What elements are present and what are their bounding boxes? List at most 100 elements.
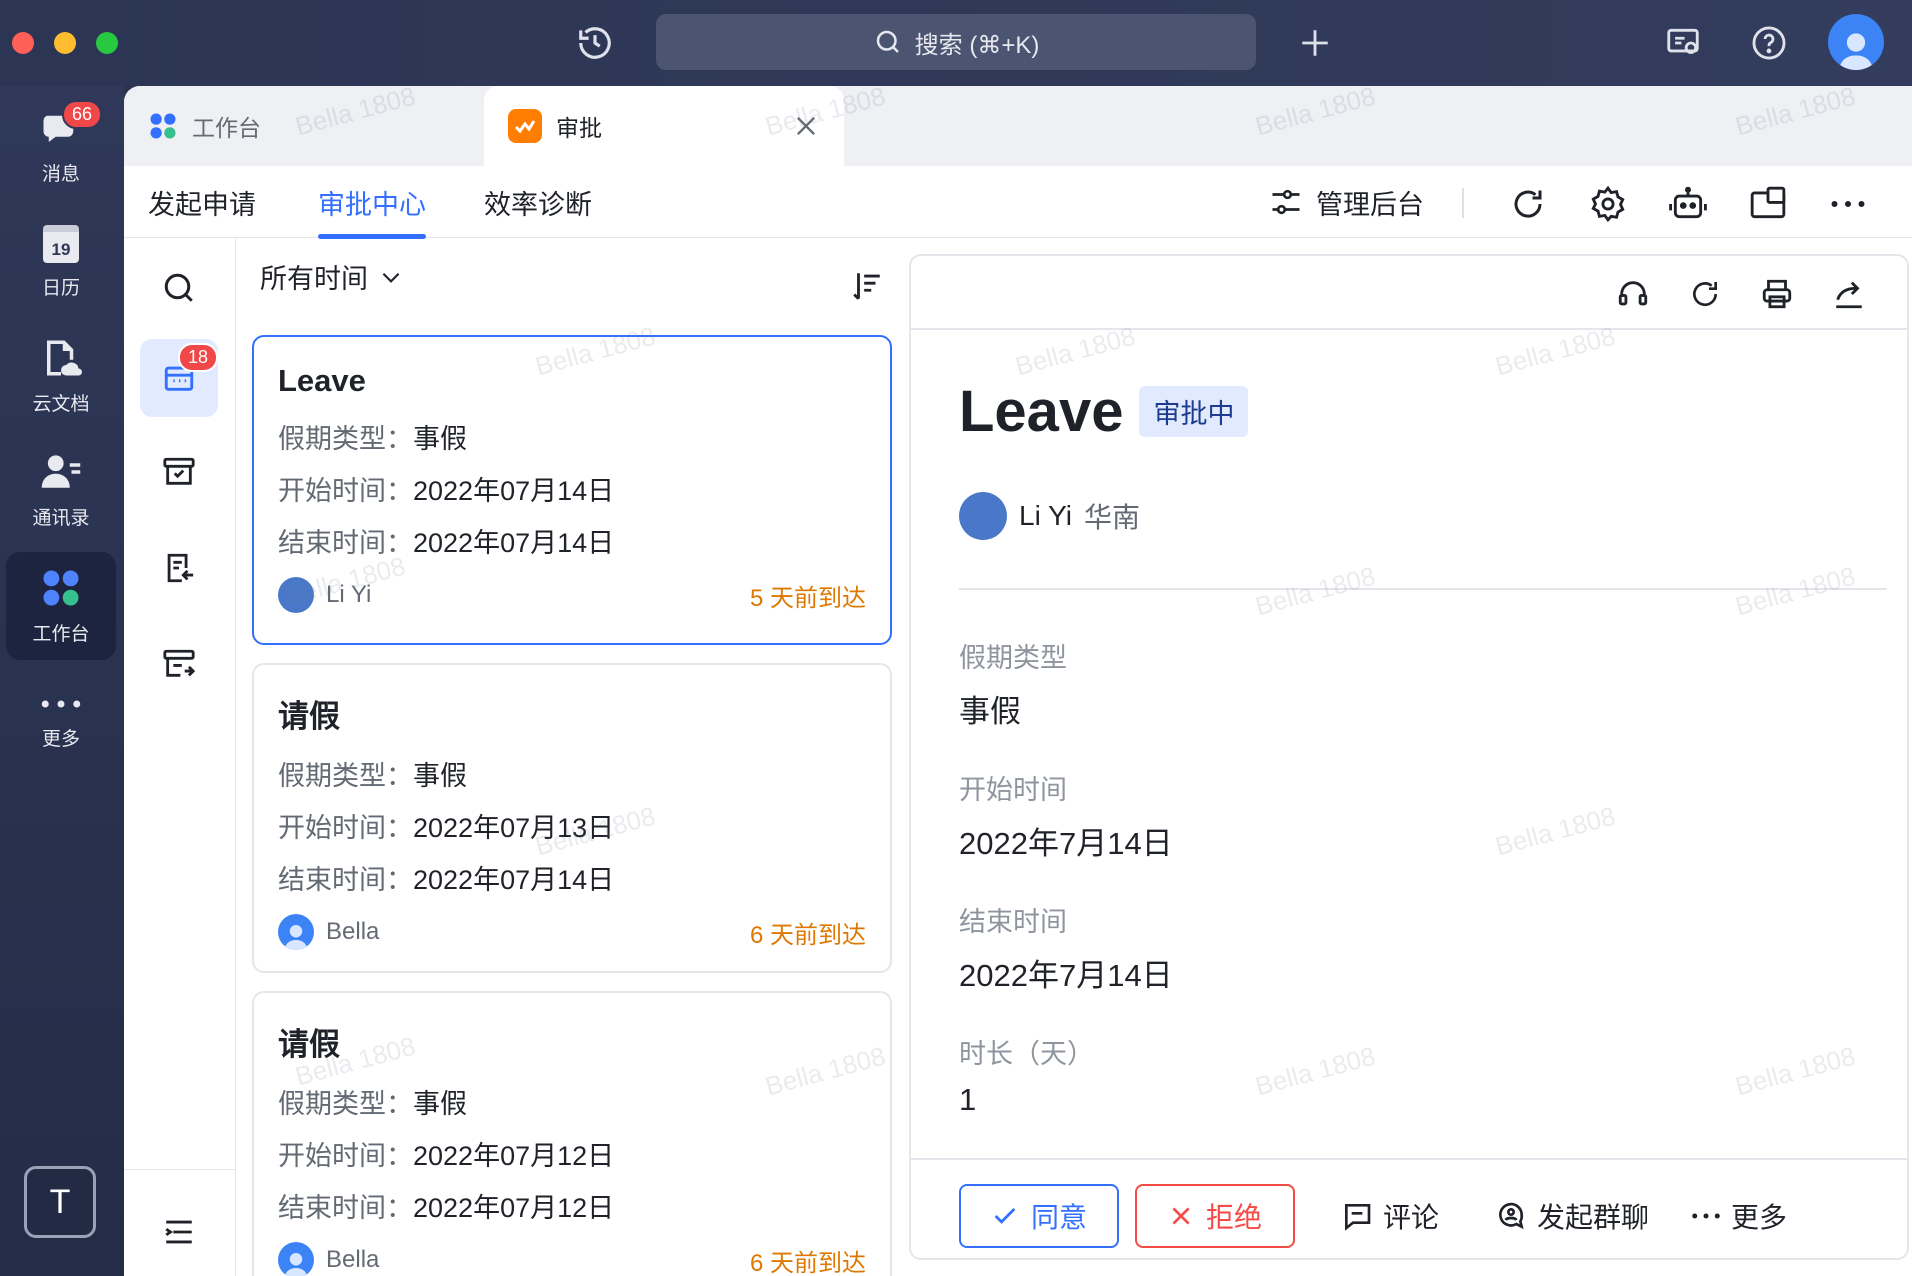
main-window: 工作台 审批 发起申请 审批中心 效率诊断 管理后台 18 所有时间 Leave… [124,86,1912,1276]
close-icon [1172,1207,1190,1225]
minimize-window-button[interactable] [54,32,76,54]
reject-button[interactable]: 拒绝 [1135,1184,1295,1248]
comment-button[interactable]: 评论 [1341,1184,1439,1248]
tab-approval-center[interactable]: 审批中心 [318,166,426,239]
robot-icon[interactable] [1666,182,1710,226]
search-icon[interactable] [140,249,218,327]
close-window-button[interactable] [12,32,34,54]
messages-badge: 66 [62,100,103,129]
share-icon[interactable] [1827,272,1871,316]
tab-efficiency-diagnosis[interactable]: 效率诊断 [484,166,592,238]
approval-detail: Leave 审批中 Li Yi 华南 假期类型 事假 开始时间 2022年7月1… [909,254,1909,1260]
card-end-time: 结束时间：2022年07月14日 [278,528,615,558]
approval-card[interactable]: 请假 假期类型：事假 开始时间：2022年07月12日 结束时间：2022年07… [252,991,892,1276]
tab-workspace-label: 工作台 [192,115,261,141]
settings-gear-icon[interactable] [1586,182,1630,226]
profile-initial-button[interactable]: T [24,1166,96,1238]
menu-list-icon[interactable] [140,1193,218,1271]
maximize-window-button[interactable] [96,32,118,54]
approval-rail: 18 [124,239,236,1276]
applicant-info: Li Yi 华南 [959,492,1140,540]
meeting-room-icon[interactable] [1660,20,1706,66]
time-filter-label: 所有时间 [260,264,368,294]
more-actions-button[interactable]: 更多 [1691,1184,1787,1248]
card-start-time: 开始时间：2022年07月14日 [278,476,615,506]
card-title: Leave [278,363,366,398]
support-headset-icon[interactable] [1611,272,1655,316]
card-start-time: 开始时间：2022年07月13日 [278,813,615,843]
nav-more[interactable]: 更多 [6,668,116,776]
field-value-duration: 1 [959,1082,977,1117]
print-icon[interactable] [1755,272,1799,316]
left-navigation: 消息 66 19 日历 云文档 通讯录 工作台 更多 [0,86,124,1276]
nav-contacts[interactable]: 通讯录 [6,436,116,544]
divider [959,588,1887,590]
sub-navigation: 发起申请 审批中心 效率诊断 管理后台 [124,166,1912,239]
workspace-icon [150,113,176,139]
help-icon[interactable] [1746,20,1792,66]
workspace-icon [43,570,79,605]
card-leave-type: 假期类型：事假 [278,1089,467,1119]
avatar [278,577,314,613]
field-label-duration: 时长（天） [959,1039,1094,1069]
admin-console-label: 管理后台 [1316,189,1424,220]
search-icon [876,30,899,53]
nav-calendar[interactable]: 19 日历 [6,208,116,316]
approval-card[interactable]: Leave 假期类型：事假 开始时间：2022年07月14日 结束时间：2022… [252,335,892,645]
nav-contacts-label: 通讯录 [32,507,90,529]
approval-card[interactable]: 请假 假期类型：事假 开始时间：2022年07月13日 结束时间：2022年07… [252,663,892,973]
tab-strip: 工作台 审批 [124,86,1912,166]
avatar [278,914,314,950]
pending-badge: 18 [178,343,219,372]
search-bar[interactable]: 搜索 (⌘+K) [656,14,1256,70]
nav-docs-label: 云文档 [32,393,90,415]
action-bar: 同意 拒绝 评论 发起群聊 更多 [911,1158,1907,1258]
user-avatar[interactable] [1828,14,1884,70]
card-end-time: 结束时间：2022年07月12日 [278,1193,615,1223]
pending-inbox-icon[interactable]: 18 [140,339,219,417]
contacts-icon [41,454,81,488]
window-split-icon[interactable] [1746,182,1790,226]
plus-icon[interactable] [1292,20,1338,66]
tab-approval[interactable]: 审批 [484,86,844,166]
nav-more-label: 更多 [41,728,80,750]
avatar [278,1242,314,1276]
cc-forward-icon[interactable] [140,625,218,703]
approve-button[interactable]: 同意 [959,1184,1119,1248]
group-chat-icon [1499,1202,1524,1230]
field-value-end-time: 2022年7月14日 [959,958,1173,993]
approved-box-icon[interactable] [140,433,218,511]
tab-workspace[interactable]: 工作台 [124,86,484,166]
calendar-date: 19 [51,239,71,259]
field-label-end-time: 结束时间 [959,907,1067,937]
sliders-icon [1272,189,1300,215]
card-end-time: 结束时间：2022年07月14日 [278,865,615,895]
field-value-start-time: 2022年7月14日 [959,826,1173,861]
comment-icon [1345,1204,1371,1231]
search-placeholder: 搜索 (⌘+K) [914,31,1040,59]
detail-title: Leave [959,379,1124,444]
close-tab-icon[interactable] [792,112,820,146]
card-leave-type: 假期类型：事假 [278,424,467,454]
sort-icon[interactable] [850,269,884,308]
card-arrival-time: 6 天前到达 [749,921,866,949]
nav-workspace[interactable]: 工作台 [6,552,116,660]
card-applicant: Li Yi [278,577,371,613]
time-filter-dropdown[interactable]: 所有时间 [260,257,404,296]
applicant-region: 华南 [1083,502,1140,533]
detail-header: Leave 审批中 [959,378,1249,445]
start-group-chat-button[interactable]: 发起群聊 [1495,1184,1649,1248]
more-options-icon[interactable] [1826,182,1870,226]
field-value-leave-type: 事假 [959,694,1021,729]
divider [1462,188,1464,218]
chevron-down-icon [382,272,400,283]
nav-docs[interactable]: 云文档 [6,322,116,430]
card-leave-type: 假期类型：事假 [278,761,467,791]
submitted-doc-icon[interactable] [140,529,218,607]
refresh-icon[interactable] [1683,272,1727,316]
refresh-icon[interactable] [1506,182,1550,226]
admin-console-button[interactable]: 管理后台 [1268,166,1424,238]
tab-submit-request[interactable]: 发起申请 [148,166,256,238]
history-icon[interactable] [572,20,618,66]
nav-messages[interactable]: 消息 66 [6,92,116,200]
